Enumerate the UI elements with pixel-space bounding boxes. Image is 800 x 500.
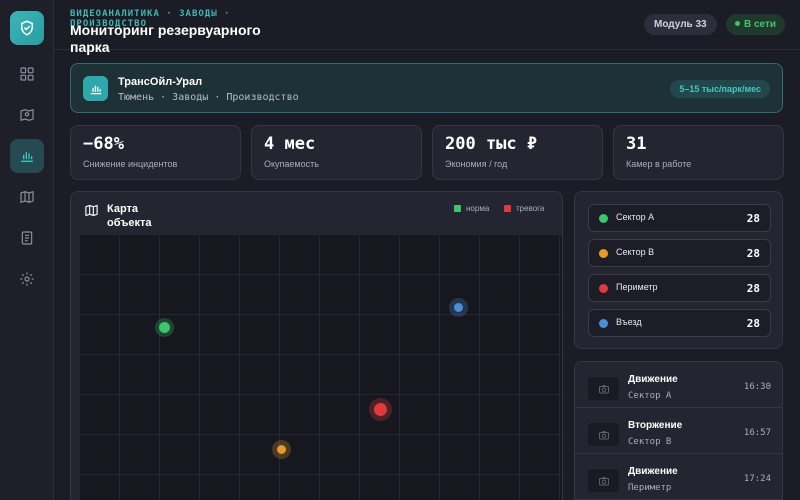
legend-alarm: тревога [504, 204, 544, 213]
nav-analytics[interactable] [10, 139, 44, 173]
kpi-value: 4 мес [264, 134, 316, 154]
event-thumbnail [588, 377, 619, 400]
legend-swatch [504, 205, 511, 212]
camera-icon [598, 384, 609, 393]
event-type: Движение [628, 466, 678, 477]
sector-item[interactable]: Периметр 28 [588, 274, 771, 302]
nav-camera-map[interactable] [10, 98, 44, 132]
camera-map-icon [20, 109, 34, 121]
kpi-card-incidents: −68% Снижение инцидентов [70, 125, 241, 180]
sector-status-dot [599, 319, 608, 328]
kpi-card-cameras: 31 Камер в работе [613, 125, 784, 180]
camera-dot [374, 403, 387, 416]
kpi-label: Окупаемость [264, 159, 319, 169]
company-icon [83, 76, 108, 101]
settings-icon [20, 272, 34, 286]
sector-item[interactable]: Сектор В 28 [588, 239, 771, 267]
sector-panel: Сектор А 28 Сектор В 28 Периметр 28 Въез… [574, 191, 783, 349]
legend-label: тревога [516, 204, 545, 213]
sector-item[interactable]: Въезд 28 [588, 309, 771, 337]
event-location: Сектор В [628, 437, 672, 447]
company-subtitle: Тюмень · Заводы · Производство [118, 92, 299, 103]
sector-name: Периметр [616, 282, 658, 292]
sector-name: Въезд [616, 317, 642, 327]
sector-count: 28 [746, 282, 760, 295]
kpi-value: 200 тыс ₽ [445, 134, 538, 154]
sidebar [0, 0, 54, 500]
legend-label: норма [466, 204, 490, 213]
online-dot-icon [735, 20, 740, 26]
kpi-label: Камер в работе [626, 159, 692, 169]
camera-dot [277, 445, 286, 454]
dashboard-icon [20, 67, 34, 81]
nav-documents[interactable] [10, 221, 44, 255]
camera-marker-alarm[interactable] [369, 398, 392, 421]
module-badge: Модуль 33 [644, 14, 717, 35]
camera-dot [454, 303, 463, 312]
sector-item[interactable]: Сектор А 28 [588, 204, 771, 232]
map-icon [85, 204, 98, 217]
status-text: В сети [744, 19, 777, 30]
sector-status-dot [599, 214, 608, 223]
event-row[interactable]: Движение Периметр 17:24 [575, 454, 782, 500]
header: ВИДЕОАНАЛИТИКА · ЗАВОДЫ · ПРОИЗВОДСТВО М… [54, 0, 800, 55]
event-location: Сектор А [628, 391, 672, 401]
event-time: 16:57 [743, 428, 771, 438]
sector-count: 28 [746, 317, 760, 330]
event-type: Движение [628, 374, 678, 385]
camera-marker-normal[interactable] [155, 318, 174, 337]
kpi-value: −68% [83, 134, 124, 154]
sector-count: 28 [746, 212, 760, 225]
sector-name: Сектор А [616, 212, 655, 222]
event-row[interactable]: Движение Сектор А 16:30 [575, 362, 782, 408]
sector-status-dot [599, 284, 608, 293]
sector-name: Сектор В [616, 247, 655, 257]
camera-icon [598, 476, 609, 485]
map-title: Карта объекта [107, 203, 152, 229]
document-icon [21, 231, 33, 245]
map-icon [20, 191, 34, 203]
event-type: Вторжение [628, 420, 683, 431]
bar-chart-icon [90, 84, 101, 94]
event-row[interactable]: Вторжение Сектор В 16:57 [575, 408, 782, 454]
camera-marker-info[interactable] [449, 298, 468, 317]
event-time: 17:24 [743, 474, 771, 484]
company-name: ТрансОйл-Урал [118, 76, 203, 88]
bar-chart-icon [21, 152, 33, 162]
app-logo[interactable] [10, 11, 44, 45]
kpi-card-savings: 200 тыс ₽ Экономия / год [432, 125, 603, 180]
kpi-value: 31 [626, 134, 647, 154]
price-badge: 5–15 тыс/парк/мес [670, 80, 770, 98]
map-canvas[interactable] [80, 234, 562, 500]
nav-map[interactable] [10, 180, 44, 214]
legend-swatch [454, 205, 461, 212]
status-badge: В сети [726, 14, 786, 35]
event-time: 16:30 [743, 382, 771, 392]
camera-dot [159, 322, 170, 333]
camera-marker-warning[interactable] [272, 440, 291, 459]
nav-dashboard[interactable] [10, 57, 44, 91]
event-location: Периметр [628, 483, 672, 493]
event-thumbnail [588, 469, 619, 492]
sector-count: 28 [746, 247, 760, 260]
sector-status-dot [599, 249, 608, 258]
event-thumbnail [588, 423, 619, 446]
kpi-label: Экономия / год [445, 159, 508, 169]
page-title: Мониторинг резервуарного парка [70, 22, 261, 55]
events-panel: Движение Сектор А 16:30 Вторжение Сектор… [574, 361, 783, 500]
shield-icon [21, 20, 33, 36]
kpi-card-payback: 4 мес Окупаемость [251, 125, 422, 180]
map-panel: Карта объекта норма тревога [70, 191, 563, 500]
kpi-label: Снижение инцидентов [83, 159, 178, 169]
company-banner: ТрансОйл-Урал Тюмень · Заводы · Производ… [70, 63, 783, 113]
camera-icon [598, 430, 609, 439]
legend-normal: норма [454, 204, 489, 213]
nav-settings[interactable] [10, 262, 44, 296]
